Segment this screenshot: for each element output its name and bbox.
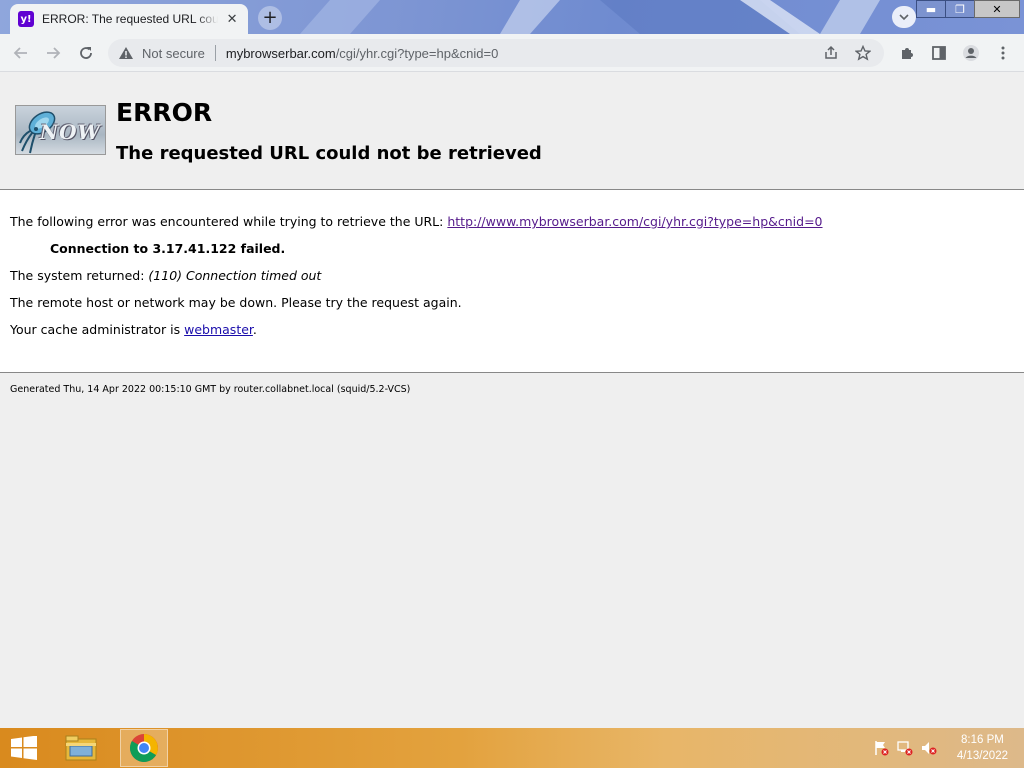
system-returned-value: (110) Connection timed out bbox=[148, 268, 322, 283]
clock-time: 8:16 PM bbox=[961, 734, 1004, 746]
back-button[interactable] bbox=[9, 42, 33, 64]
action-center-button[interactable] bbox=[872, 740, 890, 756]
tab-active[interactable]: y! ERROR: The requested URL could not be… bbox=[10, 4, 248, 34]
omnibox-divider bbox=[214, 45, 216, 61]
tab-close-icon[interactable]: ✕ bbox=[224, 12, 240, 27]
side-panel-button[interactable] bbox=[928, 42, 950, 64]
close-window-button[interactable]: ✕ bbox=[974, 0, 1020, 18]
window-controls: ▬ ❐ ✕ bbox=[916, 0, 1020, 18]
url-path: /cgi/yhr.cgi?type=hp&cnid=0 bbox=[335, 45, 499, 61]
tab-search-button[interactable] bbox=[892, 6, 916, 28]
file-explorer-icon bbox=[65, 735, 97, 761]
error-details: The following error was encountered whil… bbox=[0, 190, 1024, 373]
reload-icon bbox=[80, 47, 92, 59]
forward-button[interactable] bbox=[41, 42, 65, 64]
browser-toolbar: Not secure mybrowserbar.com/cgi/yhr.cgi?… bbox=[0, 34, 1024, 72]
yahoo-favicon-icon: y! bbox=[18, 11, 34, 27]
clock-date: 4/13/2022 bbox=[956, 750, 1008, 762]
chevron-down-icon bbox=[899, 14, 909, 21]
volume-button[interactable] bbox=[920, 740, 938, 756]
connection-failed-text: Connection to 3.17.41.122 failed. bbox=[50, 241, 286, 256]
reload-button[interactable] bbox=[74, 42, 98, 64]
page-subtitle: The requested URL could not be retrieved bbox=[116, 143, 542, 164]
page-title: ERROR bbox=[116, 98, 213, 127]
start-button-windows-icon[interactable] bbox=[10, 736, 38, 760]
network-icon bbox=[897, 741, 913, 756]
cache-admin-prefix: Your cache administrator is bbox=[10, 322, 185, 337]
error-url-prefix: The following error was encountered whil… bbox=[10, 214, 448, 229]
requested-url-link[interactable]: http://www.mybrowserbar.com/cgi/yhr.cgi?… bbox=[447, 214, 822, 229]
side-panel-icon bbox=[932, 46, 946, 60]
volume-muted-icon bbox=[922, 742, 937, 755]
profile-button[interactable] bbox=[960, 42, 982, 64]
taskbar-file-explorer[interactable] bbox=[57, 729, 105, 767]
taskbar: 8:16 PM 4/13/2022 bbox=[0, 728, 1024, 768]
system-returned-line: The system returned: (110) Connection ti… bbox=[10, 268, 321, 283]
chrome-icon bbox=[130, 734, 158, 762]
remote-host-message: The remote host or network may be down. … bbox=[10, 295, 462, 310]
url-host: mybrowserbar.com bbox=[225, 45, 336, 61]
minimize-button[interactable]: ▬ bbox=[916, 0, 946, 18]
share-icon bbox=[825, 45, 837, 59]
system-tray bbox=[872, 740, 944, 756]
logo-now-text: NOW bbox=[39, 120, 101, 144]
puzzle-piece-icon bbox=[902, 48, 913, 59]
menu-button[interactable] bbox=[992, 42, 1014, 64]
warning-icon bbox=[119, 47, 133, 59]
squid-logo: NOW bbox=[15, 105, 106, 155]
bookmark-button[interactable] bbox=[852, 43, 874, 63]
back-arrow-icon bbox=[13, 47, 27, 59]
not-secure-label: Not secure bbox=[142, 45, 205, 61]
restore-button[interactable]: ❐ bbox=[945, 0, 975, 18]
share-button[interactable] bbox=[820, 43, 842, 63]
error-header: NOW ERROR The requested URL could not be… bbox=[0, 72, 1024, 190]
system-returned-prefix: The system returned: bbox=[10, 268, 149, 283]
action-center-flag-icon bbox=[875, 741, 889, 756]
cache-admin-suffix: . bbox=[252, 322, 257, 337]
taskbar-clock[interactable]: 8:16 PM 4/13/2022 bbox=[957, 732, 1008, 764]
generated-footer: Generated Thu, 14 Apr 2022 00:15:10 GMT … bbox=[10, 384, 411, 395]
taskbar-chrome[interactable] bbox=[120, 729, 168, 767]
tab-title: ERROR: The requested URL could not be re… bbox=[42, 12, 219, 26]
cache-admin-line: Your cache administrator is webmaster. bbox=[10, 322, 257, 337]
kebab-menu-icon bbox=[1001, 46, 1005, 60]
error-url-line: The following error was encountered whil… bbox=[10, 214, 823, 229]
avatar-icon bbox=[963, 45, 979, 61]
star-icon bbox=[855, 45, 871, 61]
forward-arrow-icon bbox=[47, 47, 61, 59]
extensions-button[interactable] bbox=[896, 42, 918, 64]
address-bar[interactable]: Not secure mybrowserbar.com/cgi/yhr.cgi?… bbox=[108, 39, 884, 67]
url-text[interactable]: mybrowserbar.com/cgi/yhr.cgi?type=hp&cni… bbox=[226, 46, 498, 61]
tab-strip: y! ERROR: The requested URL could not be… bbox=[0, 0, 1024, 34]
webmaster-link[interactable]: webmaster bbox=[184, 322, 253, 337]
new-tab-button[interactable]: + bbox=[258, 6, 282, 30]
security-indicator[interactable]: Not secure bbox=[118, 46, 205, 61]
network-button[interactable] bbox=[896, 740, 914, 756]
page-viewport: NOW ERROR The requested URL could not be… bbox=[0, 72, 1024, 728]
